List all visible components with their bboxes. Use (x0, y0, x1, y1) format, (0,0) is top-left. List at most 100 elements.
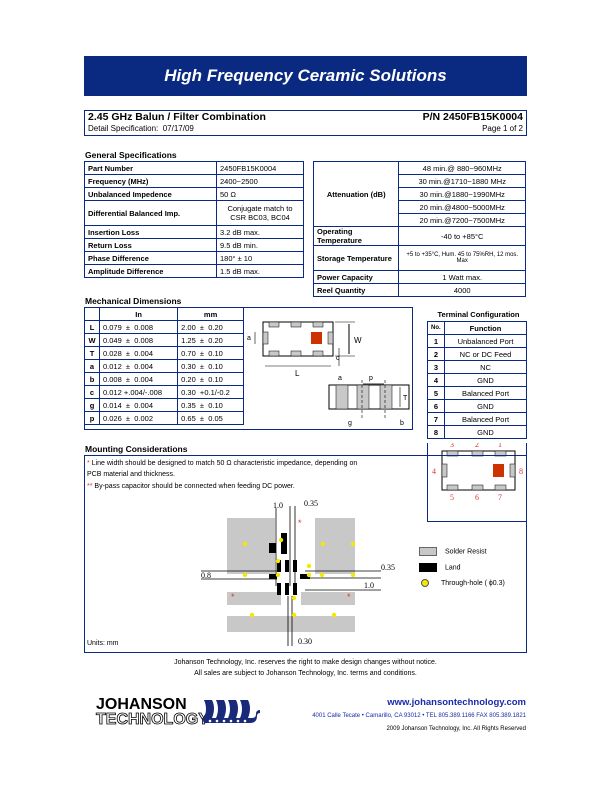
spec-label: Operating Temperature (312, 226, 400, 246)
spec-row: Part Number 2450FB15K0004 (84, 161, 304, 175)
terminal-function: Balanced Port (444, 386, 527, 400)
spec-label: Amplitude Difference (84, 264, 217, 278)
mech-in: 0.012 +.004/-.008 (98, 385, 179, 399)
spec-value: -40 to +85°C (398, 226, 526, 246)
terminal-row: 2 NC or DC Feed (427, 347, 527, 361)
pad (327, 331, 334, 345)
spec-label: Return Loss (84, 238, 217, 252)
attenuation-value: 48 min.@ 880~960MHz (398, 161, 526, 175)
dim-0-8: 0.8 (201, 571, 211, 580)
mech-header-row: In mm (84, 307, 244, 321)
legend-label: Land (445, 564, 461, 572)
mech-mm: 2.00 ± 0.20 (177, 320, 244, 334)
dim-0-35-top: 0.35 (304, 499, 318, 508)
mech-symbol: L (84, 320, 100, 334)
spec-label: Reel Quantity (312, 283, 400, 297)
units-label: Units: mm (87, 640, 119, 647)
terminal-no: 4 (427, 373, 445, 387)
note-1: * Line width should be designed to match… (87, 458, 367, 480)
spec-label: Insertion Loss (84, 225, 217, 239)
spec-row: Insertion Loss 3.2 dB max. (84, 225, 304, 239)
mounting-frame: * Line width should be designed to match… (84, 455, 527, 653)
spec-label: Storage Temperature (312, 245, 400, 271)
terminal-row: 4 GND (427, 373, 527, 387)
label-a2: a (338, 375, 342, 382)
pin-1-label: 1 (498, 443, 502, 449)
terminal-function: Balanced Port (444, 412, 527, 426)
mech-symbol: a (84, 359, 100, 373)
note-2: ** By-pass capacitor should be connected… (87, 483, 295, 490)
attenuation-table: Attenuation (dB) 48 min.@ 880~960MHz 30 mi… (312, 161, 526, 297)
terminal-no: 5 (427, 386, 445, 400)
land-swatch (419, 563, 437, 572)
logo-line-2: TECHNOLOGY (96, 711, 210, 728)
mech-mm: 0.35 ± 0.10 (177, 398, 244, 412)
spec-value: 2400~2500 (216, 174, 304, 188)
dim-0-35-right: 0.35 (381, 563, 395, 572)
terminal-function: NC (444, 360, 527, 374)
mech-in: 0.079 ± 0.008 (98, 320, 179, 334)
mech-symbol: c (84, 385, 100, 399)
pad (312, 321, 324, 328)
legend-label: Through-hole ( ϕ0.3) (441, 579, 505, 587)
mech-in: 0.049 ± 0.008 (98, 333, 179, 347)
page-number: Page 1 of 2 (482, 124, 523, 133)
spec-label: Differential Balanced Imp. (84, 200, 217, 226)
spec-row: Operating Temperature -40 to +85°C (312, 226, 526, 246)
terminal-row: 7 Balanced Port (427, 412, 527, 426)
mech-symbol: b (84, 372, 100, 386)
mech-mm: 0.70 ± 0.10 (177, 346, 244, 360)
mech-in: 0.026 ± 0.002 (98, 411, 179, 425)
attenuation-row: Attenuation (dB) 48 min.@ 880~960MHz (312, 161, 526, 227)
terminal-row: 6 GND (427, 399, 527, 413)
mech-header-blank (84, 307, 100, 321)
spec-value: 9.5 dB min. (216, 238, 304, 252)
mech-row: p 0.026 ± 0.002 0.65 ± 0.05 (84, 411, 244, 425)
mech-mm: 0.65 ± 0.05 (177, 411, 244, 425)
spec-value: 50 Ω (216, 187, 304, 201)
orientation-mark (311, 332, 322, 344)
pad (268, 350, 280, 357)
mechanical-table: In mm L 0.079 ± 0.008 2.00 ± 0.20 W 0.049 ± 0.… (84, 307, 244, 425)
spec-date: 07/17/09 (162, 124, 194, 133)
pin-3-label: 3 (450, 443, 454, 449)
mech-in: 0.014 ± 0.004 (98, 398, 179, 412)
solder-resist-swatch (419, 547, 437, 556)
website-link[interactable]: www.johansontechnology.com (387, 697, 526, 708)
product-title: 2.45 GHz Balun / Filter Combination (88, 111, 266, 123)
spec-label: Unbalanced Impedence (84, 187, 217, 201)
terminal-function: GND (444, 399, 527, 413)
mech-header-mm: mm (177, 307, 244, 321)
note-2-mark: ** (87, 483, 93, 490)
terminal-header-no: No. (427, 321, 445, 335)
terminal-function: NC or DC Feed (444, 347, 527, 361)
mech-mm: 0.30 +0.1/-0.2 (177, 385, 244, 399)
note-1-text: Line width should be designed to match 5… (87, 460, 358, 478)
terminal-row: 3 NC (427, 360, 527, 374)
pad (312, 350, 324, 357)
mech-header-in: In (98, 307, 179, 321)
spec-value: 3.2 dB max. (216, 225, 304, 239)
spec-label: Part Number (84, 161, 217, 175)
spec-label: Phase Difference (84, 251, 217, 265)
mech-row: b 0.008 ± 0.004 0.20 ± 0.10 (84, 372, 244, 386)
disclaimer-1: Johanson Technology, Inc. reserves the r… (174, 659, 437, 666)
part-number: P/N 2450FB15K0004 (422, 111, 523, 123)
label-l: L (295, 369, 300, 378)
mechanical-title: Mechanical Dimensions (85, 296, 182, 306)
mech-row: W 0.049 ± 0.008 1.25 ± 0.20 (84, 333, 244, 347)
disclaimer-2: All sales are subject to Johanson Techno… (194, 670, 417, 677)
spec-value: 1 Watt max. (398, 270, 526, 284)
mech-symbol: g (84, 398, 100, 412)
dimension-diagram: W a L c p a T g b (247, 321, 410, 427)
pin-2-label: 2 (475, 443, 479, 449)
spec-row: Power Capacity 1 Watt max. (312, 270, 526, 284)
mech-row: g 0.014 ± 0.004 0.35 ± 0.10 (84, 398, 244, 412)
pad (268, 321, 280, 328)
through-hole-swatch (421, 579, 429, 587)
terminal-no: 2 (427, 347, 445, 361)
banner-title: High Frequency Ceramic Solutions (84, 56, 527, 96)
spec-row: Unbalanced Impedence 50 Ω (84, 187, 304, 201)
attenuation-value: 30 min.@1880~1990MHz (398, 187, 526, 201)
terminal-table: No. Function 1 Unbalanced Port 2 NC or DC Fee… (427, 321, 527, 439)
